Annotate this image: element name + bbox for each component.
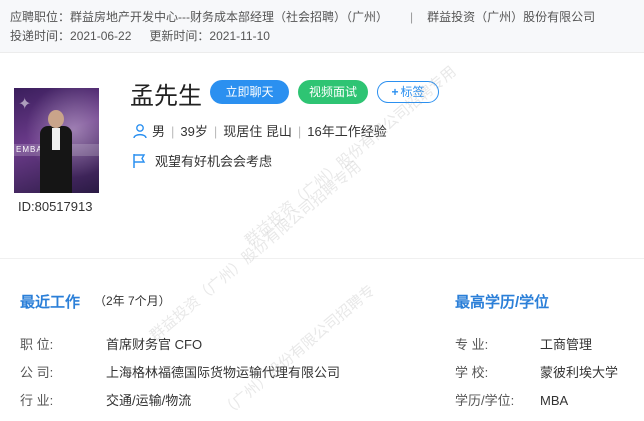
applied-label: 投递时间： — [10, 29, 71, 43]
person-shirt — [52, 128, 60, 150]
flag-icon — [133, 154, 146, 168]
edu-degree-row: 学历/学位: MBA — [455, 390, 568, 409]
recent-work-title: 最近工作 — [20, 294, 81, 311]
meta-separator: | — [171, 124, 175, 139]
work-position-value: 首席财务官 CFO — [106, 337, 203, 352]
edu-major-label: 专 业: — [455, 337, 489, 352]
work-duration: （2年 7个月） — [94, 294, 171, 308]
gender: 男 — [152, 124, 166, 139]
application-info-bar: 应聘职位：群益房地产开发中心---财务成本部经理（社会招聘）（广州） | 群益投资（… — [0, 0, 644, 53]
position-label: 应聘职位： — [10, 10, 71, 24]
edu-degree-label: 学历/学位: — [455, 393, 515, 408]
work-company-row: 公 司: 上海格林福德国际货物运输代理有限公司 — [20, 362, 340, 381]
status-text: 观望有好机会会考虑 — [155, 154, 273, 169]
section-divider — [0, 258, 644, 259]
education-title: 最高学历/学位 — [455, 294, 550, 311]
application-line-1: 应聘职位：群益房地产开发中心---财务成本部经理（社会招聘）（广州） | 群益投资（… — [10, 8, 595, 25]
photo-decoration: ✦ — [18, 94, 32, 113]
company-name: 群益投资（广州）股份有限公司 — [427, 10, 596, 24]
residence: 现居住 昆山 — [223, 124, 292, 139]
edu-major-value: 工商管理 — [540, 337, 593, 352]
work-company-value: 上海格林福德国际货物运输代理有限公司 — [106, 365, 341, 380]
work-company-label: 公 司: — [20, 365, 54, 380]
watermark-text: 群益投资（广州）股份有限公司招聘专用 — [146, 157, 365, 345]
applied-date: 2021-06-22 — [70, 29, 132, 43]
user-icon — [133, 124, 147, 139]
job-status: 观望有好机会会考虑 — [132, 151, 272, 170]
experience: 16年工作经验 — [307, 124, 387, 139]
edu-school-value: 蒙彼利埃大学 — [540, 365, 619, 380]
watermark-text: （广州）股份有限公司招聘专 — [217, 282, 379, 421]
person-head — [48, 110, 64, 128]
updated-date: 2021-11-10 — [209, 29, 270, 43]
tag-label: 标签 — [400, 85, 425, 99]
separator: | — [410, 10, 414, 24]
updated-label: 更新时间： — [149, 29, 210, 43]
work-industry-row: 行 业: 交通/运输/物流 — [20, 390, 191, 409]
candidate-id: ID:80517913 — [18, 199, 93, 214]
position-value: 群益房地产开发中心---财务成本部经理（社会招聘）（广州） — [70, 10, 389, 24]
age: 39岁 — [180, 124, 208, 139]
candidate-meta: 男 | 39岁 | 现居住 昆山 | 16年工作经验 — [132, 121, 387, 140]
meta-separator: | — [213, 124, 218, 139]
plus-icon: + — [391, 85, 399, 99]
work-industry-value: 交通/运输/物流 — [106, 393, 192, 408]
work-position-label: 职 位: — [20, 337, 54, 352]
video-interview-button[interactable]: 视频面试 — [298, 80, 368, 104]
edu-school-row: 学 校: 蒙彼利埃大学 — [455, 362, 618, 381]
edu-degree-value: MBA — [540, 393, 569, 408]
add-tag-button[interactable]: + 标签 — [377, 81, 439, 103]
work-position-row: 职 位: 首席财务官 CFO — [20, 334, 202, 353]
application-line-2: 投递时间：2021-06-22 更新时间：2021-11-10 — [10, 27, 270, 44]
meta-separator: | — [297, 124, 302, 139]
work-industry-label: 行 业: — [20, 393, 54, 408]
edu-major-row: 专 业: 工商管理 — [455, 334, 592, 353]
candidate-name: 孟先生 — [130, 83, 202, 110]
chat-now-button[interactable]: 立即聊天 — [210, 80, 289, 104]
photo-band-text: EMBA — [16, 145, 43, 154]
edu-school-label: 学 校: — [455, 365, 489, 380]
avatar: ✦ EMBA — [14, 88, 99, 193]
